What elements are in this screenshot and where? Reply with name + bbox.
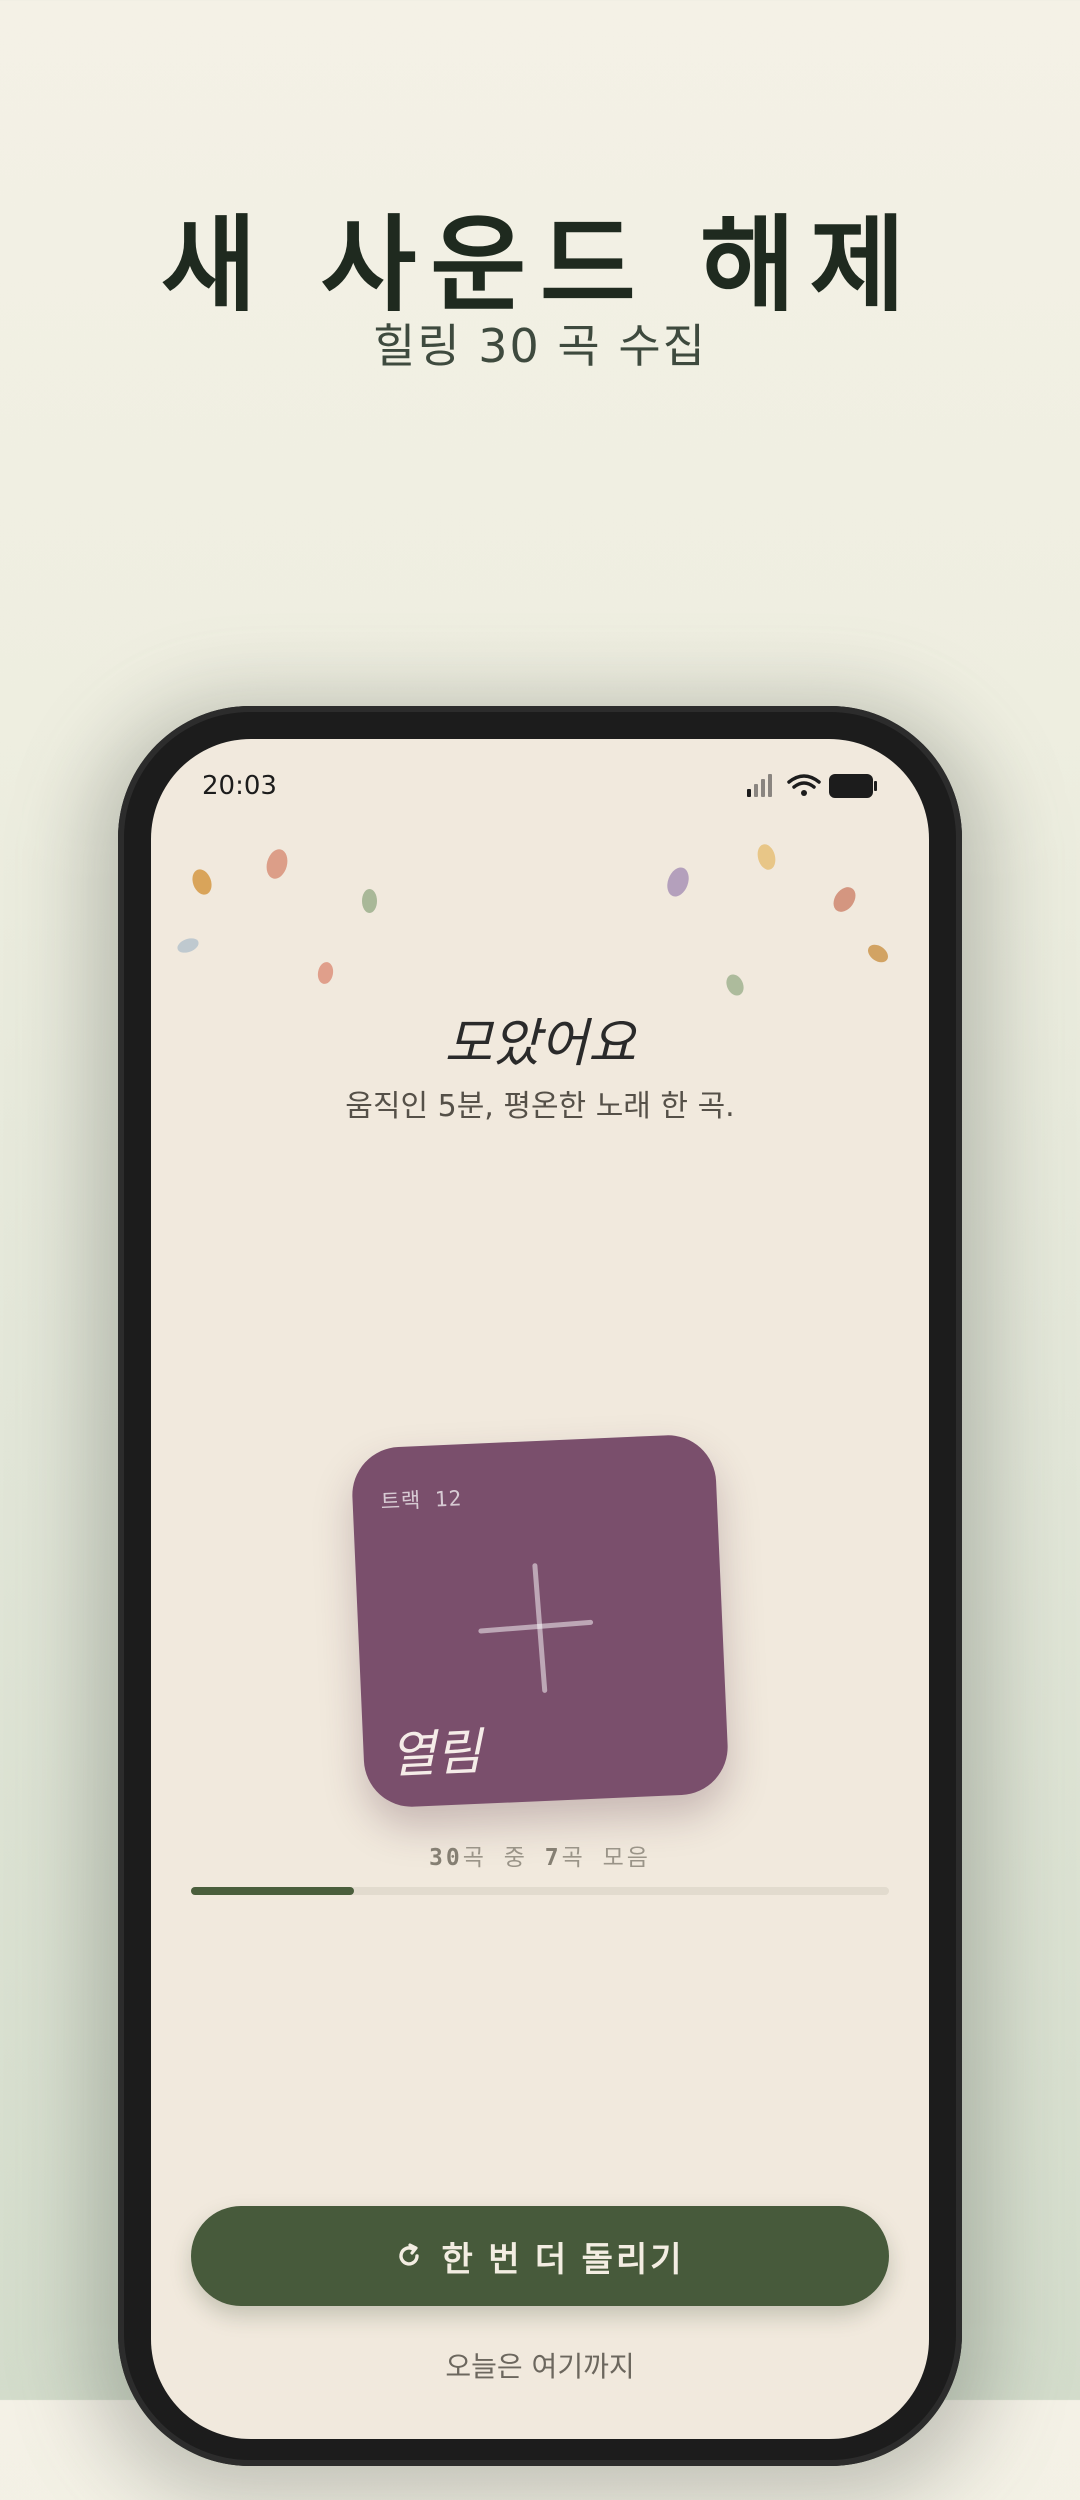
collection-progress-text: 30곡 중 7곡 모음 bbox=[151, 1838, 929, 1872]
hero-title: 새 사운드 해제 bbox=[160, 204, 920, 326]
confetti-piece bbox=[864, 941, 892, 966]
track-name: 열림 bbox=[388, 1722, 483, 1785]
progress-total-suffix: 곡 중 bbox=[462, 1845, 545, 1871]
progress-bar bbox=[191, 1887, 889, 1895]
track-card[interactable]: 트랙 12 열림 bbox=[350, 1433, 730, 1809]
plus-icon bbox=[350, 1433, 714, 1694]
confetti-piece bbox=[316, 960, 335, 986]
track-number-label: 트랙 12 bbox=[380, 1486, 463, 1514]
confetti-piece bbox=[263, 846, 291, 882]
hero-subtitle: 힐링 30 곡 수집 bbox=[373, 319, 707, 373]
confetti-piece bbox=[754, 842, 779, 872]
collected-title: 모았어요 bbox=[444, 1014, 636, 1074]
spin-again-button[interactable]: 한 번 더 돌리기 bbox=[191, 2206, 889, 2306]
refresh-icon bbox=[399, 2243, 420, 2266]
confetti-piece bbox=[189, 866, 215, 898]
signal-icon bbox=[747, 774, 772, 797]
confetti-piece bbox=[362, 889, 377, 913]
collected-subtitle: 움직인 5분, 평온한 노래 한 곡. bbox=[345, 1089, 735, 1124]
phone-screen: 20:03 모았어요 움직인 5분, 평온한 노래 한 곡. 트랙 12 열림 … bbox=[151, 739, 929, 2439]
progress-total: 30 bbox=[429, 1845, 463, 1871]
wifi-icon bbox=[787, 774, 821, 796]
done-for-today-link[interactable]: 오늘은 여기까지 bbox=[151, 2345, 929, 2385]
battery-icon bbox=[829, 774, 877, 798]
confetti-piece bbox=[828, 882, 861, 917]
confetti-piece bbox=[663, 864, 693, 900]
status-time: 20:03 bbox=[202, 771, 277, 801]
confetti-piece bbox=[723, 971, 747, 999]
progress-bar-fill bbox=[191, 1887, 354, 1895]
progress-collected: 7 bbox=[544, 1845, 562, 1871]
confetti-piece bbox=[175, 935, 201, 956]
progress-collected-suffix: 곡 모음 bbox=[561, 1845, 651, 1871]
status-icons bbox=[747, 774, 877, 798]
spin-again-label: 한 번 더 돌리기 bbox=[441, 2240, 685, 2279]
